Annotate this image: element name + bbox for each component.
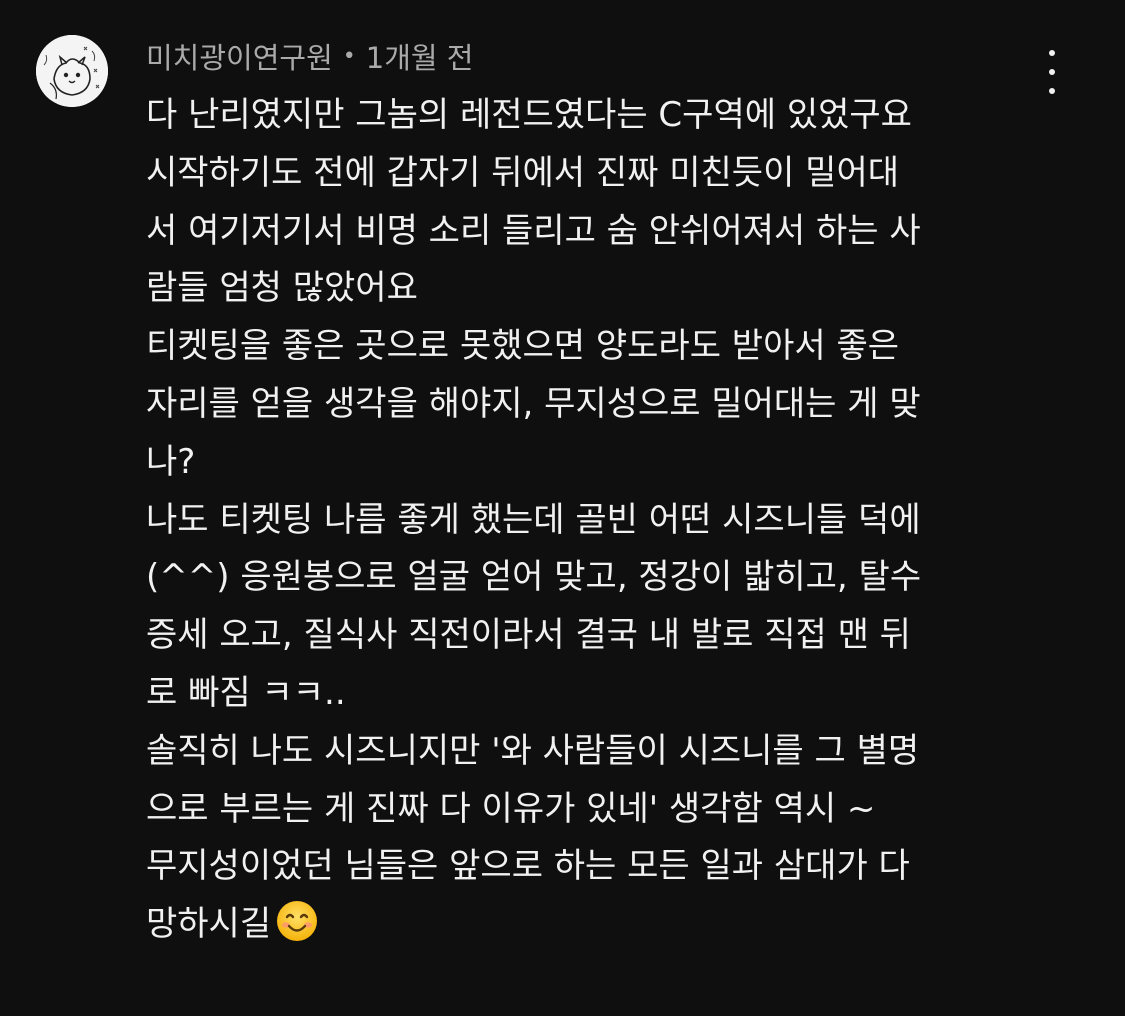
comment-line: 티켓팅을 좋은 곳으로 못했으면 양도라도 받아서 좋은 [146, 326, 900, 367]
comment: 미치광이연구원 • 1개월 전 다 난리였지만 그놈의 레전드였다는 C구역에 … [0, 0, 1125, 1016]
comment-line-text: 망하시길 [146, 904, 272, 945]
more-dot [1049, 69, 1055, 75]
comment-line: 증세 오고, 질식사 직전이라서 결국 내 발로 직접 맨 뒤 [146, 615, 911, 656]
comment-line: 서 여기저기서 비명 소리 들리고 숨 안쉬어져서 하는 사 [146, 210, 921, 251]
smiling-face-icon [275, 899, 319, 943]
comment-meta: 미치광이연구원 • 1개월 전 [146, 36, 473, 76]
avatar[interactable] [36, 35, 108, 107]
meta-separator: • [342, 43, 356, 69]
comment-line: 로 빠짐 ㅋㅋ.. [146, 672, 346, 713]
avatar-drawing-icon [36, 35, 108, 107]
comment-line-last: 망하시길 [146, 896, 1046, 954]
comment-line: 시작하기도 전에 갑자기 뒤에서 진짜 미친듯이 밀어대 [146, 152, 900, 193]
comment-line: 무지성이었던 님들은 앞으로 하는 모든 일과 삼대가 다 [146, 846, 910, 887]
more-dot [1049, 88, 1055, 94]
comment-line: 자리를 얻을 생각을 해야지, 무지성으로 밀어대는 게 맞 [146, 383, 921, 424]
comment-line: 솔직히 나도 시즈니지만 '와 사람들이 시즈니를 그 별명 [146, 730, 920, 771]
author-name[interactable]: 미치광이연구원 [146, 35, 333, 77]
comment-line: 나도 티켓팅 나름 좋게 했는데 골빈 어떤 시즈니들 덕에 [146, 499, 921, 540]
comment-line: 나? [146, 441, 196, 482]
more-dot [1049, 50, 1055, 56]
comment-timestamp[interactable]: 1개월 전 [366, 35, 474, 77]
comment-text: 다 난리였지만 그놈의 레전드였다는 C구역에 있었구요 시작하기도 전에 갑자… [146, 87, 1046, 954]
comment-line: 람들 엄청 많았어요 [146, 268, 418, 309]
comment-line: 다 난리였지만 그놈의 레전드였다는 C구역에 있었구요 [146, 95, 912, 135]
comment-line: (^^) 응원봉으로 얼굴 얻어 맞고, 정강이 밟히고, 탈수 [146, 557, 922, 598]
comment-line: 으로 부르는 게 진짜 다 이유가 있네' 생각함 역시 ~ [146, 788, 876, 829]
